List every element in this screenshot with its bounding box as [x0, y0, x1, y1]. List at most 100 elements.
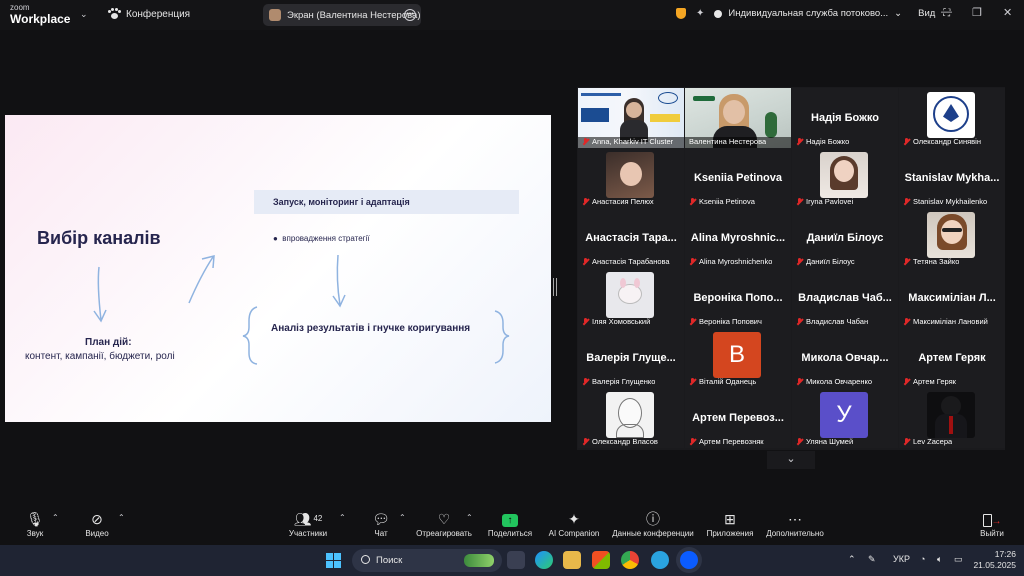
mic-muted-icon: 🎙︎	[26, 511, 44, 527]
leave-button[interactable]: → Выйти	[977, 509, 1007, 538]
view-button[interactable]: Вид	[918, 8, 935, 19]
pen-icon[interactable]: ✎	[868, 554, 876, 565]
participants-count: 42	[313, 514, 323, 523]
resize-handle[interactable]	[553, 278, 557, 296]
participant-tile[interactable]: Артем Геряк Артем Геряк	[899, 328, 1005, 388]
apps-button[interactable]: ⊞ Приложения	[704, 509, 756, 538]
video-button[interactable]: ⊘ Видео	[82, 509, 112, 538]
more-icon: ⋯	[788, 511, 802, 527]
profile-photo	[927, 92, 975, 138]
participant-name: Максиміліан Лановий	[903, 317, 988, 326]
store-icon[interactable]	[592, 551, 610, 569]
more-icon[interactable]: •••	[404, 9, 416, 21]
participant-display-name: Вероніка Попо...	[693, 292, 783, 304]
participant-tile[interactable]: Анастасия Пелюх	[578, 148, 684, 208]
video-label: Видео	[85, 529, 109, 538]
participant-tile[interactable]: Артем Перевоз... Артем Перевозняк	[685, 388, 791, 448]
windows-taskbar: Поиск ⌃ ✎ УКР ◔ 🔈︎ ▭ 17:26 21.05.2025	[0, 545, 1024, 576]
mic-muted-icon	[582, 317, 589, 326]
telegram-icon[interactable]	[651, 551, 669, 569]
participant-tile[interactable]: Lev Zacepa	[899, 388, 1005, 448]
meeting-toolbar: 🎙︎ Звук ⌃ ⊘ Видео ⌃ 👥︎ 42 Участники ⌃ 💬︎ …	[0, 505, 1024, 545]
title-bar: zoom Workplace ⌄ Конференция Экран (Вале…	[0, 0, 1024, 30]
chevron-up-icon[interactable]: ⌃	[466, 513, 473, 522]
participant-name: Тетяна Зайко	[903, 257, 959, 266]
participants-button[interactable]: 👥︎ 42 Участники	[286, 509, 330, 538]
apps-icon: ⊞	[724, 511, 736, 527]
chevron-down-icon[interactable]: ⌄	[894, 8, 902, 19]
participant-tile[interactable]: Kseniia Petinova Kseniia Petinova	[685, 148, 791, 208]
system-clock[interactable]: 17:26 21.05.2025	[972, 549, 1016, 571]
participant-tile[interactable]: Владислав Чаб... Владислав Чабан	[792, 268, 898, 328]
share-screen-button[interactable]: ↑ Поделиться	[486, 509, 534, 538]
apps-label: Приложения	[706, 529, 754, 538]
maximize-icon[interactable]: ❐	[972, 6, 982, 19]
chat-button[interactable]: 💬︎ Чат	[370, 509, 392, 538]
sparkle-icon[interactable]: ✦	[696, 8, 704, 19]
task-view-icon[interactable]	[507, 551, 525, 569]
participant-tile[interactable]: Микола Овчар... Микола Овчаренко	[792, 328, 898, 388]
chevron-down-icon[interactable]: ⌄	[80, 9, 88, 20]
profile-photo	[606, 392, 654, 438]
ai-companion-button[interactable]: ✦ AI Companion	[546, 509, 602, 538]
participant-name: Валерія Глущенко	[582, 377, 655, 386]
participant-tile[interactable]: Даниїл Білоус Даниїл Білоус	[792, 208, 898, 268]
file-explorer-icon[interactable]	[563, 551, 581, 569]
participant-tile[interactable]: В Віталій Оданець	[685, 328, 791, 388]
edge-icon[interactable]	[535, 551, 553, 569]
participant-tile[interactable]: Надія Божко Надія Божко	[792, 88, 898, 148]
mic-muted-icon	[689, 257, 696, 266]
language-indicator[interactable]: УКР	[893, 554, 910, 564]
slide-analysis: Аналіз результатів і гнучке коригування	[271, 323, 471, 334]
ai-label: AI Companion	[548, 529, 600, 538]
chevron-up-icon[interactable]: ⌃	[118, 513, 125, 522]
participant-tile[interactable]: Іляя Хомовський	[578, 268, 684, 328]
participant-tile[interactable]: Анастасія Тара... Анастасія Тарабанова	[578, 208, 684, 268]
participant-display-name: Артем Геряк	[918, 352, 986, 364]
participant-tile[interactable]: У Уляна Шумей	[792, 388, 898, 448]
audio-label: Звук	[26, 529, 44, 538]
chevron-up-icon[interactable]: ⌃	[52, 513, 59, 522]
screen-share-indicator[interactable]: Экран (Валентина Нестерова) •••	[263, 4, 421, 26]
shield-icon[interactable]	[676, 8, 686, 19]
share-icon: ↑	[486, 509, 534, 529]
windows-start-icon[interactable]	[326, 553, 341, 568]
presenter-avatar	[269, 9, 281, 21]
stream-label[interactable]: Индивидуальная служба потоково...	[728, 8, 888, 19]
participant-tile[interactable]: Олександр Синявін	[899, 88, 1005, 148]
chevron-up-icon[interactable]: ⌃	[339, 513, 346, 522]
mic-muted-icon	[903, 137, 910, 146]
chevron-up-icon[interactable]: ⌃	[848, 554, 856, 565]
participant-tile[interactable]: Stanislav Mykha... Stanislav Mykhailenko	[899, 148, 1005, 208]
meeting-menu[interactable]: Конференция	[108, 8, 190, 20]
participant-tile[interactable]: Iryna Pavlovei	[792, 148, 898, 208]
react-button[interactable]: ♡ Отреагировать	[414, 509, 474, 538]
participant-name: Олександр Синявін	[903, 137, 981, 146]
participant-tile[interactable]: Максиміліан Л... Максиміліан Лановий	[899, 268, 1005, 328]
wifi-icon[interactable]: ◔	[920, 554, 925, 564]
participant-tile-active-speaker[interactable]: Валентина Нестерова	[685, 88, 791, 148]
participant-tile[interactable]: Вероніка Попо... Вероніка Попович	[685, 268, 791, 328]
participant-tile[interactable]: Валерія Глуще... Валерія Глущенко	[578, 328, 684, 388]
close-icon[interactable]: ✕	[1003, 6, 1012, 19]
more-button[interactable]: ⋯ Дополнительно	[763, 509, 827, 538]
search-icon	[361, 555, 370, 564]
participant-tile[interactable]: Тетяна Зайко	[899, 208, 1005, 268]
participant-name: Надія Божко	[796, 137, 849, 146]
participant-tile[interactable]: Alina Myroshnic... Alina Myroshnichenko	[685, 208, 791, 268]
participant-name: Kseniia Petinova	[689, 197, 755, 206]
participant-tile[interactable]: Anna, Kharkiv IT Cluster	[578, 88, 684, 148]
speaker-icon[interactable]: 🔈︎	[937, 554, 942, 565]
chrome-icon[interactable]	[621, 551, 639, 569]
taskbar-search[interactable]: Поиск	[352, 549, 502, 572]
zoom-icon[interactable]	[680, 551, 698, 569]
minimize-icon[interactable]: —	[941, 6, 952, 18]
participant-name: Даниїл Білоус	[796, 257, 855, 266]
audio-button[interactable]: 🎙︎ Звук	[22, 509, 48, 538]
battery-icon[interactable]: ▭	[954, 554, 963, 565]
gallery-next-page-button[interactable]: ⌄	[767, 451, 815, 469]
mic-muted-icon	[796, 377, 803, 386]
chevron-up-icon[interactable]: ⌃	[399, 513, 406, 522]
meeting-info-button[interactable]: ⓘ Данные конференции	[609, 509, 697, 538]
participant-tile[interactable]: Олександр Власов	[578, 388, 684, 448]
